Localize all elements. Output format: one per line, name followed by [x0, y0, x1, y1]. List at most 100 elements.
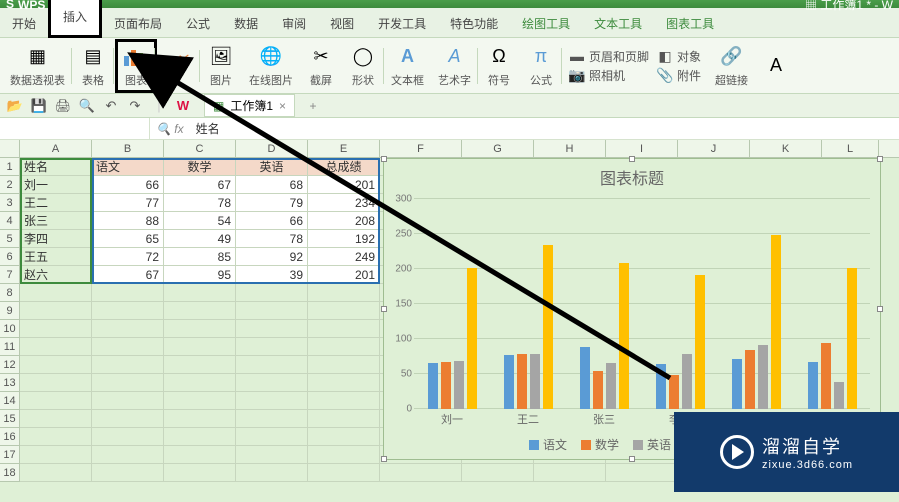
ribbon-wordart[interactable]: A 艺术字 — [432, 42, 477, 90]
preview-icon[interactable]: 🔍 — [78, 97, 96, 115]
cell[interactable] — [308, 356, 380, 374]
cell[interactable]: 192 — [308, 230, 380, 248]
row-header[interactable]: 3 — [0, 194, 20, 212]
cell[interactable] — [92, 338, 164, 356]
cell[interactable] — [236, 284, 308, 302]
row-header[interactable]: 12 — [0, 356, 20, 374]
col-header-j[interactable]: J — [678, 140, 750, 157]
cell[interactable]: 王二 — [20, 194, 92, 212]
ribbon-screenshot[interactable]: ✂ 截屏 — [301, 42, 341, 90]
bar[interactable] — [682, 354, 692, 409]
tab-view[interactable]: 视图 — [318, 8, 366, 37]
row-header[interactable]: 1 — [0, 158, 20, 176]
select-all-corner[interactable] — [0, 140, 20, 157]
col-header-e[interactable]: E — [308, 140, 380, 157]
ribbon-equation[interactable]: π 公式 — [521, 42, 561, 90]
col-header-b[interactable]: B — [92, 140, 164, 157]
ribbon-table[interactable]: ▤ 表格 — [73, 42, 113, 90]
bar[interactable] — [808, 362, 818, 409]
cell[interactable]: 201 — [308, 176, 380, 194]
cell[interactable] — [236, 428, 308, 446]
cell[interactable]: 67 — [92, 266, 164, 284]
row-header[interactable]: 18 — [0, 464, 20, 482]
cell[interactable]: 85 — [164, 248, 236, 266]
cell[interactable] — [606, 464, 678, 482]
cell[interactable]: 李四 — [20, 230, 92, 248]
col-header-i[interactable]: I — [606, 140, 678, 157]
cell[interactable]: 王五 — [20, 248, 92, 266]
row-header[interactable]: 17 — [0, 446, 20, 464]
row-header[interactable]: 7 — [0, 266, 20, 284]
cell[interactable] — [164, 410, 236, 428]
cell[interactable] — [92, 464, 164, 482]
cell[interactable] — [236, 374, 308, 392]
row-header[interactable]: 16 — [0, 428, 20, 446]
cell[interactable] — [20, 338, 92, 356]
bar[interactable] — [669, 375, 679, 409]
tab-devtools[interactable]: 开发工具 — [366, 8, 438, 37]
cell[interactable] — [92, 374, 164, 392]
cell[interactable]: 49 — [164, 230, 236, 248]
undo-icon[interactable]: ↶ — [102, 97, 120, 115]
row-header[interactable]: 9 — [0, 302, 20, 320]
cell[interactable] — [308, 392, 380, 410]
bar[interactable] — [745, 350, 755, 410]
ribbon-sparkline-group[interactable] — [159, 44, 199, 88]
bar[interactable] — [656, 364, 666, 410]
fx-icon[interactable]: 🔍 fx — [150, 122, 190, 136]
cell[interactable] — [164, 446, 236, 464]
bar[interactable] — [504, 355, 514, 409]
chart-title[interactable]: 图表标题 — [384, 159, 880, 195]
tab-start[interactable]: 开始 — [0, 8, 48, 37]
cell[interactable]: 249 — [308, 248, 380, 266]
cell[interactable] — [236, 446, 308, 464]
cell[interactable]: 刘一 — [20, 176, 92, 194]
cell[interactable] — [534, 464, 606, 482]
bar[interactable] — [454, 361, 464, 409]
row-header[interactable]: 13 — [0, 374, 20, 392]
tab-formula[interactable]: 公式 — [174, 8, 222, 37]
ribbon-online-picture[interactable]: 🌐 在线图片 — [243, 42, 299, 90]
tab-text-tools[interactable]: 文本工具 — [582, 8, 654, 37]
row-header[interactable]: 14 — [0, 392, 20, 410]
name-box[interactable] — [0, 118, 150, 139]
cell[interactable] — [20, 392, 92, 410]
attachment-button[interactable]: 📎附件 — [657, 67, 701, 84]
cell[interactable]: 78 — [236, 230, 308, 248]
close-tab-icon[interactable]: × — [279, 99, 286, 113]
bar[interactable] — [732, 359, 742, 409]
cell[interactable]: 88 — [92, 212, 164, 230]
cell[interactable]: 77 — [92, 194, 164, 212]
cell[interactable]: 39 — [236, 266, 308, 284]
cell[interactable]: 数学 — [164, 158, 236, 176]
cell[interactable] — [308, 374, 380, 392]
row-header[interactable]: 2 — [0, 176, 20, 194]
tab-data[interactable]: 数据 — [222, 8, 270, 37]
bar[interactable] — [530, 354, 540, 409]
cell[interactable] — [164, 374, 236, 392]
row-header[interactable]: 15 — [0, 410, 20, 428]
cell[interactable] — [20, 356, 92, 374]
cell[interactable] — [92, 302, 164, 320]
tab-special[interactable]: 特色功能 — [438, 8, 510, 37]
bar[interactable] — [847, 268, 857, 409]
col-header-f[interactable]: F — [380, 140, 462, 157]
bar[interactable] — [593, 371, 603, 409]
bar[interactable] — [606, 363, 616, 409]
cell[interactable] — [92, 356, 164, 374]
cell[interactable]: 54 — [164, 212, 236, 230]
ribbon-hyperlink[interactable]: 🔗 超链接 — [709, 42, 754, 90]
bar[interactable] — [467, 268, 477, 409]
cell[interactable] — [236, 410, 308, 428]
cell[interactable] — [20, 446, 92, 464]
cell[interactable] — [236, 392, 308, 410]
cell[interactable]: 66 — [92, 176, 164, 194]
col-header-g[interactable]: G — [462, 140, 534, 157]
cell[interactable] — [164, 284, 236, 302]
cell[interactable]: 79 — [236, 194, 308, 212]
cell[interactable] — [164, 338, 236, 356]
cell[interactable]: 65 — [92, 230, 164, 248]
cell[interactable] — [308, 446, 380, 464]
cell[interactable] — [164, 428, 236, 446]
row-header[interactable]: 6 — [0, 248, 20, 266]
